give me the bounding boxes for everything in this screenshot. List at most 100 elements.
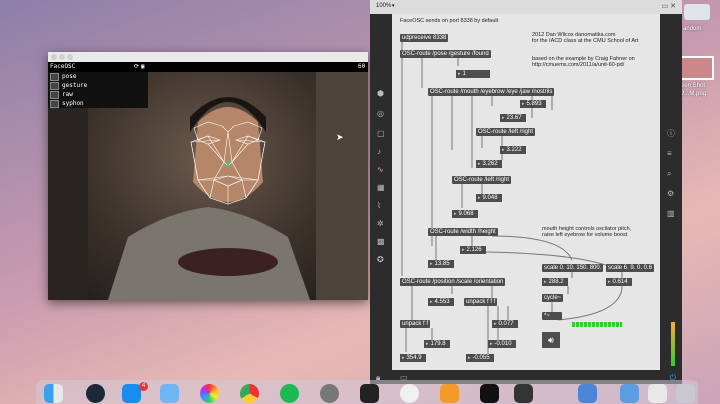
number-box[interactable]: 1 [456,70,490,78]
number-box[interactable]: 3.262 [476,160,502,168]
steam-icon[interactable] [86,384,105,403]
terminal-icon[interactable] [360,384,379,403]
osc-route-left-right-object[interactable]: OSC-route /left /right [476,128,536,136]
patcher-toolbar: 100% ▾ ▭ ✕ [370,0,682,15]
itunes-icon[interactable] [400,384,419,403]
checkbox[interactable] [50,72,59,81]
menu-item-label: gesture [62,82,88,89]
paperclip-icon[interactable]: ⌇ [377,202,385,210]
checkbox[interactable] [50,90,59,99]
screenshot-file-label[interactable]: een Shot 2...M.png [681,82,719,98]
number-box[interactable]: 13.85 [428,260,454,268]
level-meter-icon [671,322,675,366]
osc-route-mouth-object[interactable]: OSC-route /mouth /eyebrow /eye /jaw /nos… [428,88,555,96]
number-box[interactable]: 9.048 [476,194,502,202]
cube-icon[interactable]: ⬢ [377,90,385,98]
desktop-drive-icon[interactable] [684,4,710,20]
header-comment: FaceOSC sends on port 8338 by default [400,18,499,24]
osc-route-position-object[interactable]: OSC-route /position /scale /orientation [400,278,506,286]
close-button[interactable] [51,54,57,60]
wave-icon[interactable]: ∿ [377,166,385,174]
fps-readout: 60 [358,63,366,70]
number-box[interactable]: -0.010 [488,340,516,348]
faceosc-window[interactable]: FaceOSC ⟳ ▣ 60 pose gesture raw syphon ➤ [48,52,368,300]
finder-icon[interactable] [44,384,63,403]
chevron-down-icon[interactable]: ▾ [392,3,395,9]
chrome-icon[interactable] [240,384,259,403]
mouse-cursor-icon: ➤ [336,132,344,142]
number-box[interactable]: 23.67 [500,114,526,122]
number-box[interactable]: 2.126 [460,246,486,254]
screenshot-file-icon[interactable] [680,56,714,80]
window-controls-icon[interactable]: ▭ ✕ [662,2,676,10]
menu-item-syphon[interactable]: syphon [48,99,148,108]
osc-route-left-right-object-2[interactable]: OSC-route /left /right [452,176,512,184]
compass-icon[interactable]: ✪ [377,256,385,264]
grid-icon[interactable]: ▩ [377,238,385,246]
refresh-icon[interactable]: ⟳ [134,63,139,70]
multiply-signal-object[interactable]: *~ [542,312,562,320]
number-box[interactable]: 179.8 [424,340,450,348]
credit-line-2: for the IACD class at the CMU School of … [532,38,639,44]
max-app-icon[interactable] [480,384,499,403]
document-icon[interactable] [648,384,667,403]
osc-route-width-object[interactable]: OSC-route /width /height [428,228,498,236]
folder-icon[interactable] [620,384,639,403]
list-icon[interactable]: ≡ [667,150,675,158]
music-note-icon[interactable]: ♪ [377,148,385,156]
columns-icon[interactable]: ▥ [667,210,675,218]
udpreceive-object[interactable]: udpreceive 8338 [400,34,449,42]
system-preferences-icon[interactable] [320,384,339,403]
based-line-2: http://cmuems.com/2011/a/unit-60-pd/ [532,62,625,68]
dock: 4 [36,380,698,404]
box-icon[interactable]: ▢ [377,130,385,138]
number-box[interactable]: 4.553 [428,298,454,306]
number-box[interactable]: 9.068 [452,210,478,218]
minimize-button[interactable] [59,54,65,60]
zoom-button[interactable] [67,54,73,60]
plugin-icon[interactable]: ✲ [377,220,385,228]
checkbox[interactable] [50,99,59,108]
settings-icon[interactable]: ▣ [141,63,145,70]
osc-route-pose-object[interactable]: OSC-route /pose /gesture /found [400,50,491,58]
spotify-icon[interactable] [280,384,299,403]
right-toolbar: ⓘ ≡ ⌕ ⚙ ▥ [660,14,682,370]
number-box[interactable]: 3.222 [500,146,526,154]
info-icon[interactable]: ⓘ [667,130,675,138]
number-box[interactable]: 288.2 [542,278,568,286]
scale-object-a[interactable]: scale 0. 10. 150. 800. [542,264,604,272]
desktop-file-label[interactable]: andom [683,26,701,32]
books-icon[interactable] [440,384,459,403]
search-icon[interactable]: ⌕ [667,170,675,178]
speaker-icon[interactable]: 🔊︎ [542,332,560,348]
mouth-comment-2: raise left eyebrow for volume boost [542,232,628,238]
number-box[interactable]: 0.077 [492,320,518,328]
target-icon[interactable]: ◎ [377,110,385,118]
menu-item-gesture[interactable]: gesture [48,81,148,90]
number-box[interactable]: 354.9 [400,354,426,362]
faceosc-hud: FaceOSC ⟳ ▣ 60 [48,62,368,72]
chat-icon[interactable] [578,384,597,403]
number-box[interactable]: 5.893 [520,100,546,108]
trash-icon[interactable] [676,384,695,403]
faceosc-app-icon[interactable] [514,384,533,403]
gear-icon[interactable]: ⚙ [667,190,675,198]
number-box[interactable]: -0.055 [466,354,494,362]
menu-item-label: pose [62,73,77,80]
cycle-object[interactable]: cycle~ [542,294,564,302]
scale-object-b[interactable]: scale 6. 9. 0. 0.6 [606,264,655,272]
faceosc-titlebar[interactable] [48,52,368,62]
menu-item-raw[interactable]: raw [48,90,148,99]
max-patcher-window[interactable]: 100% ▾ ▭ ✕ ⬢ ◎ ▢ ♪ ∿ ▦ ⌇ ✲ ▩ ✪ ⓘ ≡ ⌕ ⚙ ▥… [370,0,682,384]
menu-item-pose[interactable]: pose [48,72,148,81]
app-store-badge: 4 [139,382,148,391]
number-box[interactable]: 0.614 [606,278,632,286]
zoom-level[interactable]: 100% [376,3,391,9]
patcher-canvas[interactable]: FaceOSC sends on port 8338 by default 20… [392,14,660,370]
image-icon[interactable]: ▦ [377,184,385,192]
photos-icon[interactable] [200,384,219,403]
mail-icon[interactable] [160,384,179,403]
checkbox[interactable] [50,81,59,90]
unpack-ff-object[interactable]: unpack f f [400,320,431,328]
unpack-fff-object[interactable]: unpack f f f [464,298,498,306]
